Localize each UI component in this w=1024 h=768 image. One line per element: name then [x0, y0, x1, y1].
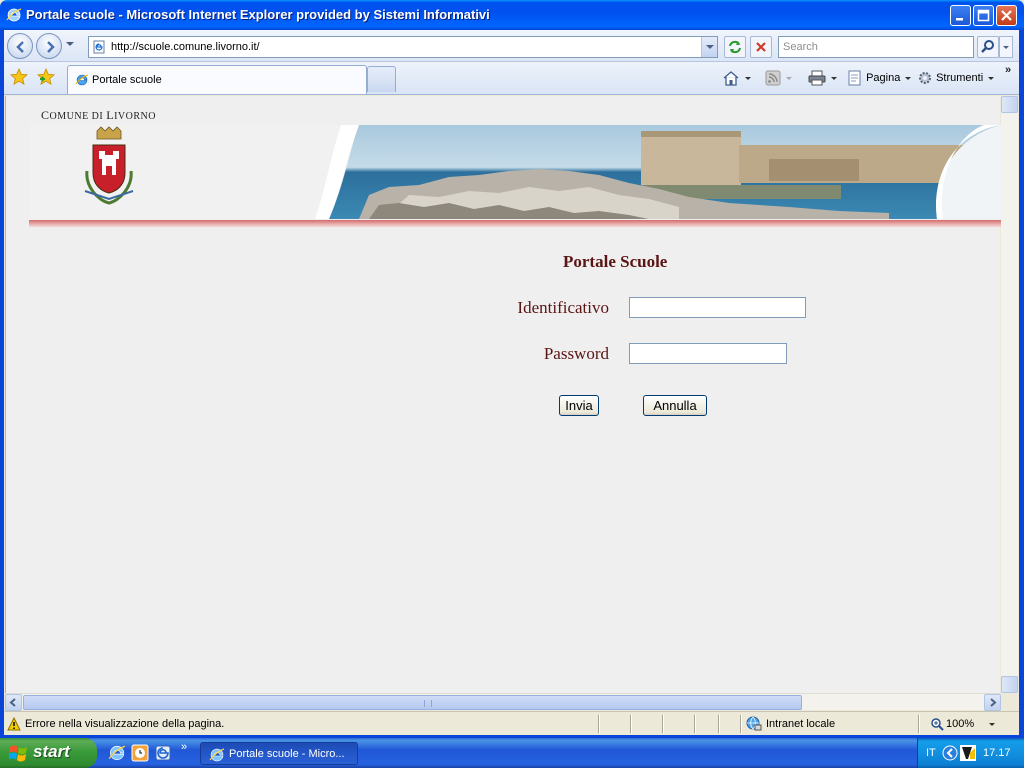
tab-portale-scuole[interactable]: Portale scuole	[67, 65, 367, 94]
internet-explorer-icon	[6, 8, 22, 22]
search-box[interactable]: Search	[778, 36, 974, 58]
stop-icon	[756, 42, 766, 52]
maximize-button[interactable]	[973, 5, 994, 26]
antivirus-tray-icon[interactable]	[960, 745, 976, 761]
address-bar[interactable]: http://scuole.comune.livorno.it/	[88, 36, 718, 58]
search-icon	[981, 40, 994, 53]
address-dropdown[interactable]	[701, 37, 717, 57]
back-arrow-icon	[16, 41, 24, 53]
rss-feed-icon	[765, 70, 781, 86]
page-content: Portale Scuole Identificativo Password I…	[5, 96, 1001, 693]
recent-pages-dropdown[interactable]	[66, 42, 74, 46]
window-title: Portale scuole - Microsoft Internet Expl…	[26, 7, 490, 22]
scroll-down-button[interactable]	[1001, 676, 1018, 693]
chevron-left-icon	[9, 698, 16, 707]
quicklaunch-overflow-chevron[interactable]: »	[181, 741, 187, 753]
quicklaunch-ie-icon[interactable]	[108, 744, 126, 762]
status-message: Errore nella visualizzazione della pagin…	[25, 718, 225, 730]
vertical-scrollbar[interactable]	[1001, 96, 1018, 693]
refresh-button[interactable]	[724, 36, 746, 58]
username-label: Identificativo	[517, 298, 609, 317]
clock[interactable]: 17.17	[983, 747, 1011, 759]
favorites-star-icon[interactable]	[10, 68, 28, 86]
language-indicator[interactable]: IT	[926, 747, 936, 759]
tools-menu[interactable]: Strumenti	[917, 70, 995, 88]
browser-window: Portale scuole - Microsoft Internet Expl…	[0, 0, 1024, 738]
tray-expand-icon[interactable]	[942, 745, 958, 761]
tab-label: Portale scuole	[92, 74, 162, 86]
intranet-zone-icon	[746, 716, 762, 731]
refresh-icon	[729, 40, 741, 54]
add-favorites-icon[interactable]	[37, 68, 55, 86]
forward-arrow-icon	[47, 41, 55, 53]
header-banner	[29, 125, 1001, 219]
gear-icon	[919, 72, 931, 84]
tools-menu-label: Strumenti	[936, 72, 984, 84]
back-button[interactable]	[7, 33, 33, 59]
page-icon	[75, 74, 89, 86]
close-icon	[1001, 10, 1012, 21]
cancel-button[interactable]: Annulla	[643, 395, 707, 416]
banner-divider	[29, 220, 1001, 227]
page-title: Portale Scuole	[563, 252, 668, 271]
zoom-icon[interactable]	[930, 717, 944, 731]
forward-button[interactable]	[36, 33, 62, 59]
windows-logo-icon	[9, 745, 27, 762]
username-field[interactable]	[629, 297, 806, 318]
page-menu-icon	[848, 70, 861, 86]
scroll-right-button[interactable]	[984, 694, 1001, 711]
feeds-button[interactable]	[765, 70, 792, 88]
warning-icon[interactable]	[7, 717, 21, 731]
status-bar: Errore nella visualizzazione della pagin…	[0, 711, 1024, 735]
start-button[interactable]: start	[0, 738, 97, 768]
page-menu[interactable]: Pagina	[847, 70, 912, 88]
submit-button[interactable]: Invia	[559, 395, 599, 416]
home-button[interactable]	[722, 70, 751, 88]
security-zone: Intranet locale	[766, 718, 836, 730]
page-icon	[93, 40, 105, 54]
banner-image	[84, 125, 1001, 219]
password-label: Password	[543, 344, 609, 363]
close-button[interactable]	[996, 5, 1017, 26]
printer-icon	[808, 70, 826, 86]
stop-button[interactable]	[750, 36, 772, 58]
page-menu-label: Pagina	[866, 72, 901, 84]
password-field[interactable]	[629, 343, 787, 364]
new-tab-button[interactable]	[367, 66, 396, 92]
start-label: start	[33, 742, 70, 761]
coat-of-arms-icon	[84, 126, 134, 205]
minimize-button[interactable]	[950, 5, 971, 26]
quicklaunch-clock-icon[interactable]	[131, 744, 149, 762]
scroll-up-button[interactable]	[1001, 96, 1018, 113]
maximize-icon	[977, 9, 990, 22]
print-button[interactable]	[808, 70, 837, 88]
search-options-dropdown[interactable]	[999, 36, 1013, 58]
home-icon	[723, 71, 739, 86]
internet-explorer-icon	[209, 748, 225, 762]
minimize-icon	[956, 18, 963, 21]
title-bar[interactable]: Portale scuole - Microsoft Internet Expl…	[0, 0, 1024, 30]
taskbar-item-label: Portale scuole - Micro...	[229, 748, 345, 760]
horizontal-scroll-thumb[interactable]	[23, 695, 802, 710]
taskbar-item-portale-scuole[interactable]: Portale scuole - Micro...	[200, 742, 358, 765]
zoom-level[interactable]: 100%	[946, 718, 974, 730]
search-button[interactable]	[977, 36, 999, 58]
quicklaunch-app-icon[interactable]	[154, 744, 172, 762]
horizontal-scrollbar[interactable]	[5, 693, 1001, 711]
address-url[interactable]: http://scuole.comune.livorno.it/	[111, 41, 260, 53]
chevron-right-icon	[990, 698, 997, 707]
toolbar-overflow-chevron[interactable]: »	[1005, 64, 1011, 76]
scroll-left-button[interactable]	[5, 694, 22, 711]
zoom-dropdown[interactable]	[989, 723, 995, 726]
search-placeholder: Search	[783, 41, 818, 53]
system-tray: IT 17.17	[917, 738, 1024, 768]
municipality-name: COMUNE DI LIVORNO	[41, 108, 156, 122]
